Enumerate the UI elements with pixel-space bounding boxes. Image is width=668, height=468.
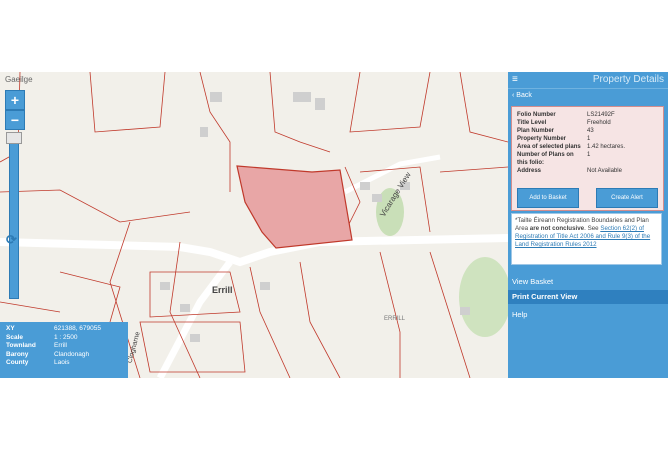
zoom-in-button[interactable]: + (5, 90, 25, 110)
add-to-basket-button[interactable]: Add to Basket (517, 188, 579, 208)
info-value: Errill (54, 342, 67, 349)
detail-value: 1 (587, 136, 591, 142)
info-key: Barony (6, 350, 29, 358)
detail-key: Title Level (517, 120, 547, 126)
property-details-card: Folio Number LS21492F Title Level Freehold… (511, 106, 664, 211)
help-link[interactable]: Help (512, 310, 527, 319)
detail-key: Property Number (517, 136, 567, 142)
property-details-panel: ≡ Property Details ‹ Back Folio Number LS… (508, 72, 668, 378)
disclaimer-bold: are not conclusive (529, 225, 585, 232)
location-info-box: XY 621388, 679055 Scale 1 : 2500 Townland E… (0, 322, 128, 378)
town-label: Errill (212, 285, 233, 295)
detail-value: 1.42 hectares. (587, 144, 626, 150)
detail-key: Address (517, 168, 542, 174)
townland-label: ERRILL (384, 316, 406, 322)
disclaimer-notice: *Tailte Éireann Registration Boundaries … (511, 213, 662, 265)
detail-value: 1 (587, 152, 591, 158)
menu-icon[interactable]: ≡ (512, 74, 518, 85)
detail-value: Not Available (587, 168, 622, 174)
disclaimer-text: . See (584, 225, 601, 232)
info-value: 621388, 679055 (54, 325, 101, 332)
panel-title: Property Details (592, 74, 664, 85)
zoom-out-button[interactable]: − (5, 110, 25, 130)
detail-key: Folio Number (517, 112, 556, 118)
refresh-icon[interactable]: ⟳ (6, 232, 17, 248)
detail-value: LS21492F (587, 112, 615, 118)
print-current-view-button[interactable]: Print Current View (508, 290, 668, 304)
detail-key: Number of Plans on this folio: (517, 152, 574, 166)
zoom-slider-handle[interactable] (6, 132, 22, 144)
info-key: Townland (6, 342, 36, 349)
create-alert-button[interactable]: Create Alert (596, 188, 658, 208)
map-view[interactable]: Gaeilge + − ⟳ Errill Vicarage View Clogh… (0, 72, 508, 378)
detail-value: 43 (587, 128, 594, 134)
info-key: Scale (6, 333, 23, 341)
info-key: County (6, 359, 29, 366)
back-link[interactable]: ‹ Back (512, 92, 532, 99)
detail-key: Plan Number (517, 128, 555, 134)
info-value: 1 : 2500 (54, 333, 78, 341)
language-link[interactable]: Gaeilge (5, 75, 33, 84)
panel-header: ≡ Property Details (508, 72, 668, 89)
info-value: Laois (54, 359, 70, 366)
info-value: Clandonagh (54, 350, 90, 358)
zoom-slider[interactable] (9, 137, 19, 299)
detail-value: Freehold (587, 120, 611, 126)
view-basket-link[interactable]: View Basket (512, 277, 553, 286)
info-key: XY (6, 325, 15, 332)
detail-key: Area of selected plans (517, 144, 581, 150)
